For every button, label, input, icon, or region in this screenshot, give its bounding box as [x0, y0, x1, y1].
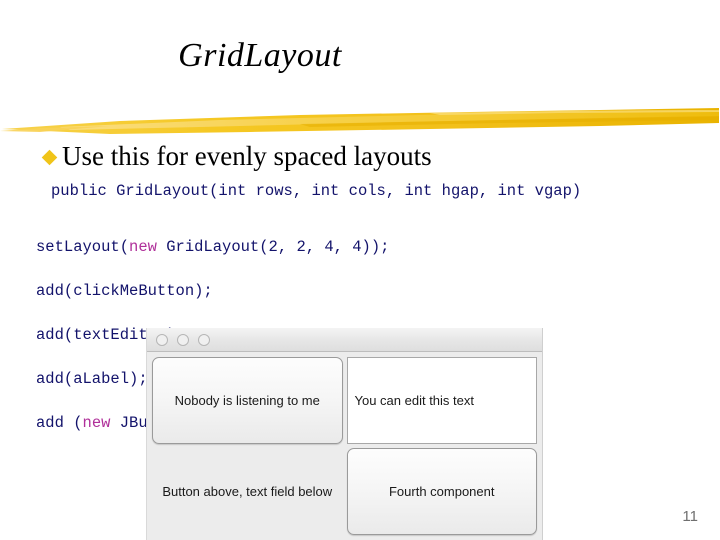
code-line: add(clickMeButton); — [36, 282, 213, 300]
bullet-text: Use this for evenly spaced layouts — [62, 141, 432, 171]
close-icon[interactable] — [156, 333, 168, 346]
info-label: Button above, text field below — [162, 484, 333, 499]
bullet-row: Use this for evenly spaced layouts — [41, 141, 432, 171]
fourth-component-button[interactable]: Fourth component — [346, 448, 537, 535]
code-text: add ( — [36, 414, 83, 432]
code-text: GridLayout(2, 2, 4, 4)); — [156, 238, 390, 256]
code-keyword: new — [82, 414, 111, 432]
diamond-bullet-icon — [41, 149, 58, 165]
code-line: setLayout(new GridLayout(2, 2, 4, 4)); — [36, 236, 389, 258]
page-title: GridLayout — [178, 37, 342, 74]
code-keyword: new — [129, 238, 157, 256]
code-text: setLayout( — [36, 238, 130, 256]
click-me-button[interactable]: Nobody is listening to me — [152, 357, 343, 444]
grid-layout-panel: Nobody is listening to me You can edit t… — [147, 352, 542, 540]
code-method-signature: public GridLayout(int rows, int cols, in… — [51, 182, 582, 200]
zoom-icon[interactable] — [198, 333, 210, 346]
text-editor-field[interactable]: You can edit this text — [346, 357, 537, 444]
page-number: 11 — [682, 508, 698, 525]
brushstroke-icon — [0, 108, 719, 134]
minimize-icon[interactable] — [177, 333, 189, 346]
swing-demo-window: Nobody is listening to me You can edit t… — [146, 328, 543, 540]
brushstroke-divider — [0, 103, 720, 139]
window-titlebar[interactable] — [147, 328, 542, 352]
